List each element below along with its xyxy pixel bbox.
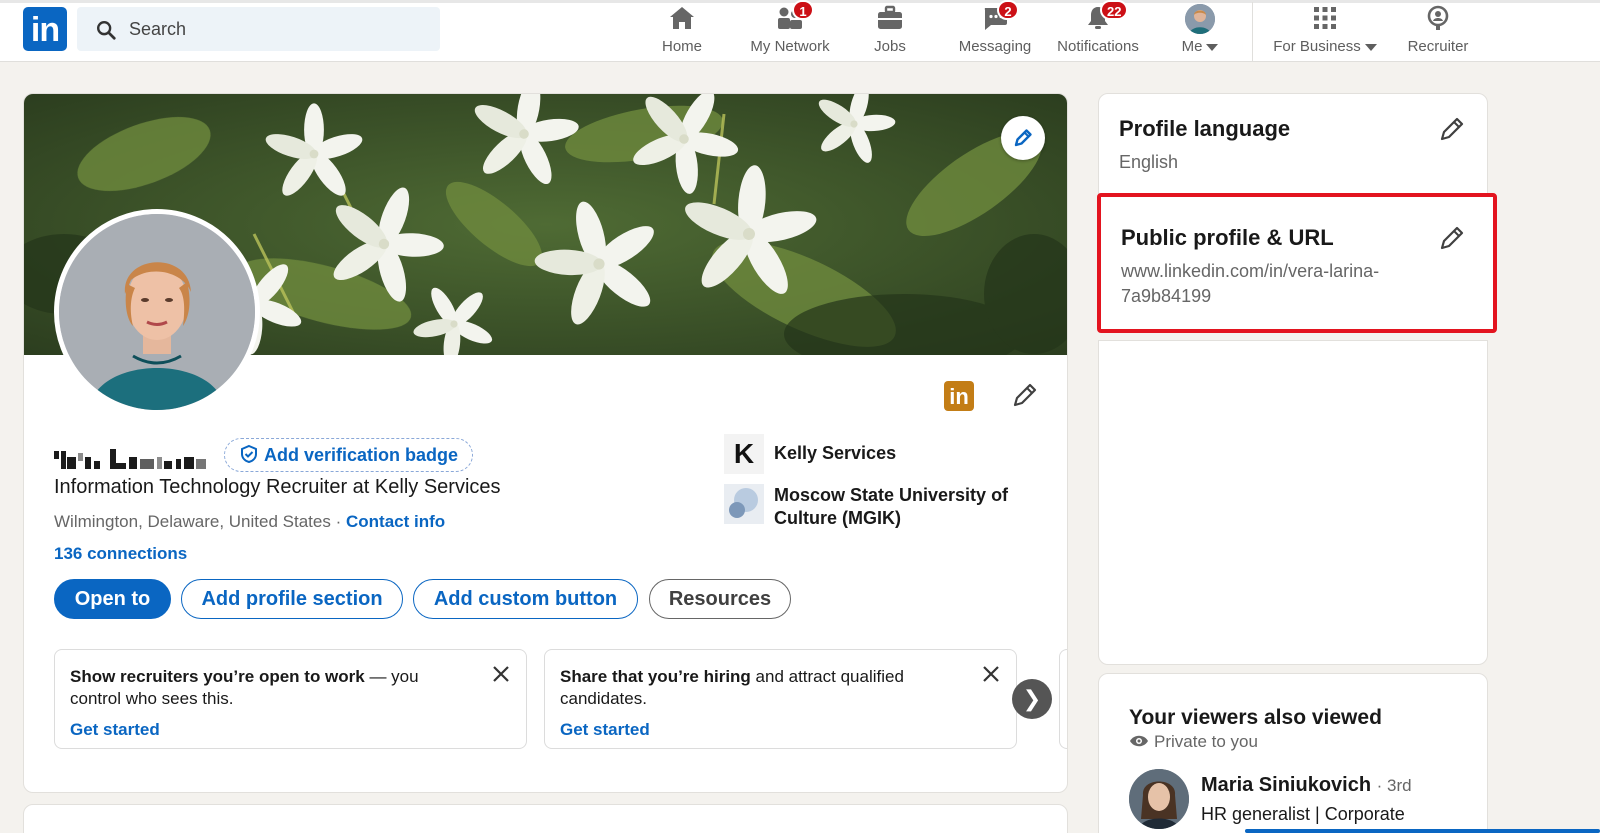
viewers-title: Your viewers also viewed	[1129, 706, 1382, 729]
nav-for-business[interactable]: For Business	[1265, 4, 1385, 58]
separator: ·	[335, 512, 342, 531]
profile-language-card: Profile language English	[1098, 93, 1488, 203]
nav-recruiter-label: Recruiter	[1407, 38, 1469, 55]
next-section-card	[23, 804, 1068, 833]
chevron-right-icon: ❯	[1022, 686, 1042, 711]
carousel-next-button[interactable]: ❯	[1012, 679, 1052, 719]
hiring-promo: Share that you’re hiring and attract qua…	[544, 649, 1017, 749]
verification-label: Add verification badge	[264, 445, 459, 465]
viewers-also-viewed-card: Your viewers also viewed Private to you …	[1098, 673, 1488, 833]
close-icon[interactable]	[982, 665, 1000, 683]
user-avatar-small	[1185, 4, 1215, 34]
chevron-down-icon	[1364, 43, 1377, 51]
public-profile-url-card: Public profile & URL www.linkedin.com/in…	[1097, 193, 1497, 333]
nav-notifications[interactable]: 22 Notifications	[1048, 0, 1148, 58]
pencil-icon	[1014, 129, 1032, 147]
nav-for-business-label: For Business	[1273, 38, 1361, 55]
briefcase-icon	[878, 5, 902, 29]
get-started-link[interactable]: Get started	[560, 720, 650, 740]
linkedin-premium-icon[interactable]: in	[944, 381, 974, 411]
resources-button[interactable]: Resources	[649, 579, 791, 619]
school-logo	[724, 484, 764, 524]
nav-messaging-label: Messaging	[958, 38, 1032, 55]
profile-headline: Information Technology Recruiter at Kell…	[54, 476, 501, 498]
notifications-badge: 22	[1100, 0, 1129, 20]
add-profile-section-button[interactable]: Add profile section	[181, 579, 403, 619]
nav-me[interactable]: Me	[1168, 4, 1232, 58]
edit-intro-pencil-icon[interactable]	[1009, 379, 1041, 411]
profile-location: Wilmington, Delaware, United States	[54, 512, 331, 531]
nav-divider	[1252, 2, 1253, 62]
url-line-2: 7a9b84199	[1121, 286, 1212, 306]
add-verification-badge-button[interactable]: Add verification badge	[224, 438, 474, 472]
org-name: Moscow State University of Culture (MGIK…	[774, 485, 1009, 528]
promo-card-peek	[1059, 649, 1067, 749]
home-icon	[670, 7, 694, 29]
connections-link[interactable]: 136 connections	[54, 544, 187, 564]
search-input[interactable]: Search	[77, 7, 440, 51]
nav-jobs[interactable]: Jobs	[860, 4, 920, 58]
open-to-work-promo: Show recruiters you’re open to work — yo…	[54, 649, 527, 749]
edit-url-pencil-icon[interactable]	[1437, 223, 1467, 253]
org-name: Kelly Services	[774, 443, 897, 463]
close-icon[interactable]	[492, 665, 510, 683]
profile-language-value: English	[1119, 152, 1179, 172]
profile-photo[interactable]	[54, 209, 260, 415]
url-line-1: www.linkedin.com/in/vera-larina-	[1121, 261, 1380, 281]
sidebar-ad-placeholder	[1098, 340, 1488, 665]
connection-degree: · 3rd	[1376, 776, 1412, 795]
nav-home[interactable]: Home	[650, 4, 714, 58]
chevron-down-icon	[1206, 43, 1219, 51]
messaging-badge: 2	[997, 0, 1019, 20]
nav-me-label: Me	[1181, 38, 1203, 55]
messaging-overlay-edge	[1245, 829, 1600, 833]
get-started-link[interactable]: Get started	[70, 720, 160, 740]
public-profile-title: Public profile & URL	[1121, 225, 1334, 250]
nav-notifications-label: Notifications	[1057, 38, 1139, 55]
top-navigation-bar: in Search Home 1 My Network Jobs 2 Messa…	[0, 0, 1600, 62]
recruiter-icon	[1427, 5, 1449, 30]
nav-home-label: Home	[661, 38, 702, 55]
eye-icon	[1130, 735, 1148, 747]
shield-check-icon	[241, 444, 257, 464]
nav-jobs-label: Jobs	[874, 38, 906, 55]
open-to-button[interactable]: Open to	[54, 579, 171, 619]
profile-card: in Add verification badge Information Te…	[23, 93, 1068, 793]
public-profile-url[interactable]: www.linkedin.com/in/vera-larina- 7a9b841…	[1121, 259, 1451, 309]
search-icon	[97, 21, 116, 40]
viewer-name-text: Maria Siniukovich	[1201, 774, 1372, 796]
linkedin-logo[interactable]: in	[23, 7, 67, 51]
kelly-services-logo: K	[724, 434, 764, 474]
profile-language-title: Profile language	[1119, 116, 1291, 141]
network-badge: 1	[792, 0, 814, 20]
nav-recruiter[interactable]: Recruiter	[1400, 4, 1476, 58]
profile-name-blurred	[54, 449, 206, 469]
viewer-title: HR generalist | Corporate	[1201, 804, 1405, 824]
viewer-avatar[interactable]	[1129, 769, 1189, 829]
promo-text: Show recruiters you’re open to work — yo…	[70, 667, 419, 708]
nav-my-network-label: My Network	[750, 38, 830, 55]
search-placeholder: Search	[129, 19, 187, 39]
nav-messaging[interactable]: 2 Messaging	[950, 0, 1040, 58]
nav-my-network[interactable]: 1 My Network	[740, 0, 840, 58]
edit-cover-button[interactable]	[1001, 116, 1045, 160]
profile-location-line: Wilmington, Delaware, United States · Co…	[54, 512, 445, 532]
privacy-note: Private to you	[1129, 732, 1258, 752]
promo-text: Share that you’re hiring and attract qua…	[560, 667, 904, 708]
add-custom-button[interactable]: Add custom button	[413, 579, 638, 619]
privacy-label: Private to you	[1154, 732, 1258, 751]
edit-language-pencil-icon[interactable]	[1437, 114, 1467, 144]
viewer-name[interactable]: Maria Siniukovich · 3rd	[1201, 774, 1412, 797]
grid-apps-icon	[1314, 7, 1336, 29]
contact-info-link[interactable]: Contact info	[346, 512, 445, 531]
